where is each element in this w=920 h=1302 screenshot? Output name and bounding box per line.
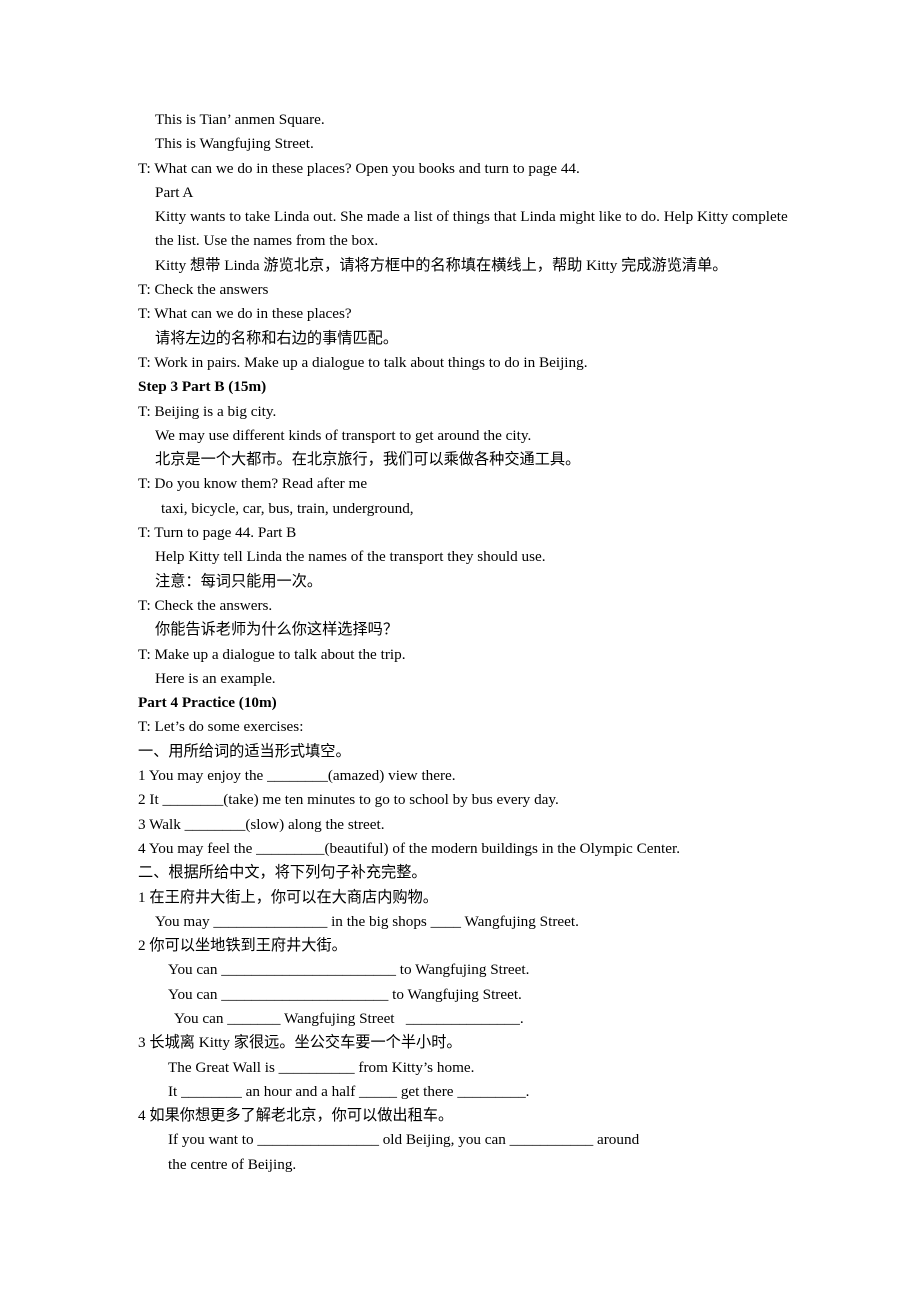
text-line: 1 You may enjoy the ________(amazed) vie… [138,767,456,785]
text-line: 3 Walk ________(slow) along the street. [138,815,385,833]
text-line: 北京是一个大都市。在北京旅行，我们可以乘做各种交通工具。 [155,451,581,469]
text-line: 1 在王府井大街上，你可以在大商店内购物。 [138,888,438,906]
text-line: 注意：每词只能用一次。 [155,572,323,590]
text-line: 2 It ________(take) me ten minutes to go… [138,791,559,809]
text-line: T: Let’s do some exercises: [138,718,304,736]
text-line: T: What can we do in these places? Open … [138,159,580,177]
text-line: We may use different kinds of transport … [155,426,532,444]
text-line: 请将左边的名称和右边的事情匹配。 [155,329,398,347]
text-line: 一、用所给词的适当形式填空。 [138,742,351,760]
document-body: This is Tian’ anmen Square. This is Wangf… [138,108,810,1177]
text-line: T: What can we do in these places? [138,305,352,323]
text-line: T: Work in pairs. Make up a dialogue to … [138,353,588,371]
text-line: This is Tian’ anmen Square. [155,111,325,128]
text-line: taxi, bicycle, car, bus, train, undergro… [161,499,414,517]
text-line: Part A [155,183,194,201]
document-page: This is Tian’ anmen Square. This is Wangf… [0,0,920,1302]
text-line: T: Turn to page 44. Part B [138,524,297,542]
text-line: You can ______________________ to Wangfu… [168,985,522,1003]
text-line: 4 You may feel the _________(beautiful) … [138,839,681,857]
text-line: 2 你可以坐地铁到王府井大街。 [138,937,347,955]
text-line: Step 3 Part B (15m) [138,378,267,396]
text-line: This is Wangfujing Street. [155,135,314,153]
text-line: T: Check the answers. [138,596,273,614]
text-line: Kitty 想带 Linda 游览北京，请将方框中的名称填在横线上，帮助 Kit… [155,256,728,274]
text-line: You may _______________ in the big shops… [155,912,579,930]
text-line: 3 长城离 Kitty 家很远。坐公交车要一个半小时。 [138,1034,462,1052]
text-line: T: Check the answers [138,281,269,299]
text-line: 二、根据所给中文，将下列句子补充完整。 [138,864,427,882]
text-line: It ________ an hour and a half _____ get… [168,1082,530,1100]
text-line: T: Beijing is a big city. [138,402,277,420]
text-line: You can _______ Wangfujing Street ______… [174,1009,524,1027]
text-line: The Great Wall is __________ from Kitty’… [168,1058,475,1076]
text-line: Kitty wants to take Linda out. She made … [155,208,788,250]
text-line: Here is an example. [155,669,276,687]
text-line: 你能告诉老师为什么你这样选择吗？ [155,621,398,639]
text-line: T: Make up a dialogue to talk about the … [138,645,406,663]
text-line: the centre of Beijing. [168,1155,297,1173]
text-line: If you want to ________________ old Beij… [168,1131,640,1149]
text-line: You can _______________________ to Wangf… [168,961,530,979]
text-line: Help Kitty tell Linda the names of the t… [155,548,546,566]
text-line: 4 如果你想更多了解老北京，你可以做出租车。 [138,1107,454,1125]
text-line: Part 4 Practice (10m) [138,694,277,712]
text-line: T: Do you know them? Read after me [138,475,368,493]
